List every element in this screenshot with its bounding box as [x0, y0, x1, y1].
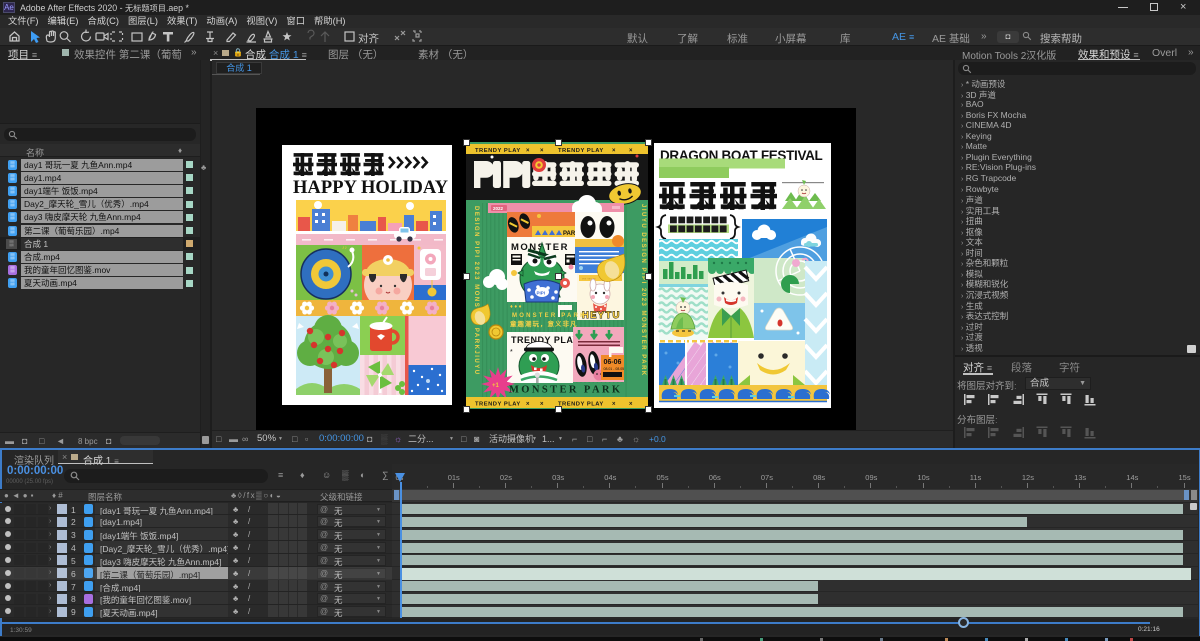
svg-text:HAPPY HOLIDAY: HAPPY HOLIDAY	[293, 178, 449, 198]
svg-text:JIUYU DESIGN PIPI 2023 MONSTER: JIUYU DESIGN PIPI 2023 MONSTER PARK	[640, 204, 646, 377]
svg-text:♦ ♦ ♦: ♦ ♦ ♦	[510, 304, 522, 310]
svg-text:MONSTER PARK: MONSTER PARK	[512, 313, 587, 319]
svg-text:MONSTER PARK: MONSTER PARK	[509, 385, 622, 396]
svg-text:×: ×	[540, 402, 544, 408]
svg-text:08.01 - 08.05: 08.01 - 08.05	[604, 367, 625, 371]
svg-text:TRENDY PLAY: TRENDY PLAY	[558, 402, 604, 408]
svg-text:×: ×	[612, 148, 616, 154]
svg-text:×: ×	[526, 402, 530, 408]
svg-text:×: ×	[526, 148, 530, 154]
svg-text:×: ×	[629, 148, 633, 154]
svg-text:×: ×	[540, 148, 544, 154]
svg-text:童趣潮玩，意义非凡: 童趣潮玩，意义非凡	[510, 319, 578, 328]
svg-text:2022: 2022	[493, 206, 504, 211]
svg-text:+1: +1	[492, 383, 500, 389]
svg-text:*: *	[510, 349, 513, 356]
svg-text:HEYTU: HEYTU	[582, 310, 621, 321]
svg-text:♪♪: ♪♪	[342, 245, 348, 251]
svg-text:DESIGN PIPI 2023 MONSTER PARKJ: DESIGN PIPI 2023 MONSTER PARKJIUYU	[473, 206, 479, 376]
svg-text:×: ×	[629, 402, 633, 408]
svg-text:TRENDY PLAY: TRENDY PLAY	[558, 148, 604, 154]
svg-text:×: ×	[612, 402, 616, 408]
svg-text:TRENDY PLAY: TRENDY PLAY	[475, 402, 521, 408]
svg-text:TRENDY PLAY: TRENDY PLAY	[475, 148, 521, 154]
svg-text:06-06: 06-06	[604, 359, 622, 366]
svg-text:PIPI: PIPI	[537, 291, 546, 296]
